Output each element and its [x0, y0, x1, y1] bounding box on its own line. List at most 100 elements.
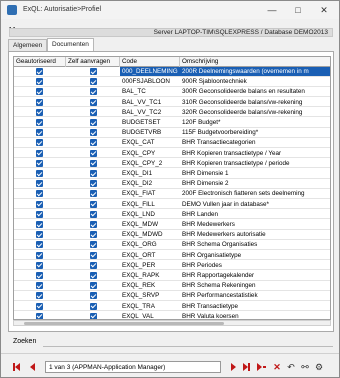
description-cell[interactable]: BHR Landen	[180, 210, 330, 219]
code-cell[interactable]: EXQL_DI2	[120, 179, 180, 188]
table-row[interactable]: EXQL_FIAT 200F Electronisch fiatteren set…	[14, 189, 330, 199]
description-cell[interactable]: 300R Geconsolideerde balans en resultate…	[180, 87, 330, 96]
zelf-aanvragen-checkbox[interactable]	[90, 251, 97, 259]
description-cell[interactable]: 200F Electronisch fiatteren sets deelnem…	[180, 189, 330, 198]
table-row[interactable]: EXQL_CAT BHR Transactiecategorien	[14, 138, 330, 148]
code-cell[interactable]: BUDGETSET	[120, 118, 180, 127]
last-record-button[interactable]	[242, 363, 251, 372]
table-row[interactable]: BUDGETVRB 115F Budgetvoorbereiding*	[14, 128, 330, 138]
zelf-aanvragen-checkbox[interactable]	[90, 180, 97, 188]
code-cell[interactable]: EXQL_SRVP	[120, 291, 180, 300]
col-header-code[interactable]: Code	[120, 57, 180, 67]
code-cell[interactable]: BAL_VV_TC1	[120, 98, 180, 107]
geautoriseerd-checkbox[interactable]	[36, 200, 43, 208]
code-cell[interactable]: EXQL_FIAT	[120, 189, 180, 198]
geautoriseerd-checkbox[interactable]	[36, 129, 43, 137]
table-row[interactable]: EXQL_SRVP BHR Performancestatistiek	[14, 291, 330, 301]
description-cell[interactable]: 120F Budget*	[180, 118, 330, 127]
next-record-button[interactable]	[229, 363, 238, 372]
geautoriseerd-checkbox[interactable]	[36, 159, 43, 167]
code-cell[interactable]: EXQL_ORT	[120, 251, 180, 260]
geautoriseerd-checkbox[interactable]	[36, 261, 43, 269]
geautoriseerd-checkbox[interactable]	[36, 210, 43, 218]
code-cell[interactable]: BUDGETVRB	[120, 128, 180, 137]
zelf-aanvragen-checkbox[interactable]	[90, 78, 97, 86]
close-button[interactable]: ✕	[311, 3, 337, 17]
table-row[interactable]: EXQL_DI2 BHR Dimensie 2	[14, 179, 330, 189]
table-row[interactable]: EXQL_CPY BHR Kopieren transactietype / Ye…	[14, 149, 330, 159]
code-cell[interactable]: EXQL_VAL	[120, 312, 180, 319]
code-cell[interactable]: EXQL_MDWD	[120, 230, 180, 239]
geautoriseerd-checkbox[interactable]	[36, 231, 43, 239]
zelf-aanvragen-checkbox[interactable]	[90, 241, 97, 249]
geautoriseerd-checkbox[interactable]	[36, 119, 43, 126]
zelf-aanvragen-checkbox[interactable]	[90, 210, 97, 218]
col-header-omschrijving[interactable]: Omschrijving	[180, 57, 330, 67]
undo-icon[interactable]: ↶	[286, 362, 296, 372]
zelf-aanvragen-checkbox[interactable]	[90, 272, 97, 279]
description-cell[interactable]: 115F Budgetvoorbereiding*	[180, 128, 330, 137]
tab-algemeen[interactable]: Algemeen	[8, 39, 47, 51]
table-row[interactable]: EXQL_VAL BHR Valuta koersen	[14, 312, 330, 319]
geautoriseerd-checkbox[interactable]	[36, 312, 43, 319]
zelf-aanvragen-checkbox[interactable]	[90, 88, 97, 96]
code-cell[interactable]: EXQL_LND	[120, 210, 180, 219]
zelf-aanvragen-checkbox[interactable]	[90, 149, 97, 157]
code-cell[interactable]: EXQL_REK	[120, 281, 180, 290]
zelf-aanvragen-checkbox[interactable]	[90, 282, 97, 290]
description-cell[interactable]: BHR Transactietype	[180, 302, 330, 311]
description-cell[interactable]: BHR Dimensie 2	[180, 179, 330, 188]
table-row[interactable]: 000FSJABLOON 900R Sjabloontechniek	[14, 77, 330, 87]
previous-record-button[interactable]	[29, 363, 38, 372]
geautoriseerd-checkbox[interactable]	[36, 170, 43, 177]
table-row[interactable]: EXQL_PER BHR Periodes	[14, 261, 330, 271]
geautoriseerd-checkbox[interactable]	[36, 302, 43, 310]
search-input[interactable]	[43, 335, 333, 347]
description-cell[interactable]: BHR Medewerkers autorisatie	[180, 230, 330, 239]
zelf-aanvragen-checkbox[interactable]	[90, 98, 97, 106]
binoculars-icon[interactable]: ⚯	[300, 362, 310, 372]
code-cell[interactable]: EXQL_FILL	[120, 200, 180, 209]
code-cell[interactable]: 000FSJABLOON	[120, 77, 180, 86]
description-cell[interactable]: BHR Schema Organisaties	[180, 240, 330, 249]
minimize-button[interactable]: —	[259, 3, 285, 17]
first-record-button[interactable]	[13, 363, 22, 372]
zelf-aanvragen-checkbox[interactable]	[90, 68, 97, 75]
code-cell[interactable]: EXQL_CPY	[120, 149, 180, 158]
description-cell[interactable]: BHR Organisatietype	[180, 251, 330, 260]
description-cell[interactable]: BHR Periodes	[180, 261, 330, 270]
description-cell[interactable]: 900R Sjabloontechniek	[180, 77, 330, 86]
geautoriseerd-checkbox[interactable]	[36, 292, 43, 300]
zelf-aanvragen-checkbox[interactable]	[90, 190, 97, 198]
description-cell[interactable]: BHR Valuta koersen	[180, 312, 330, 319]
col-header-geautoriseerd[interactable]: Geautoriseerd	[14, 57, 66, 67]
geautoriseerd-checkbox[interactable]	[36, 68, 43, 75]
zelf-aanvragen-checkbox[interactable]	[90, 221, 97, 228]
add-record-button[interactable]	[257, 363, 266, 372]
description-cell[interactable]: BHR Kopieren transactietype / periode	[180, 159, 330, 168]
zelf-aanvragen-checkbox[interactable]	[90, 312, 97, 319]
table-row[interactable]: EXQL_MDW BHR Medewerkers	[14, 220, 330, 230]
scrollbar-thumb[interactable]	[24, 322, 224, 325]
geautoriseerd-checkbox[interactable]	[36, 78, 43, 86]
table-row[interactable]: EXQL_TRA BHR Transactietype	[14, 302, 330, 312]
code-cell[interactable]: EXQL_RAPK	[120, 271, 180, 280]
description-cell[interactable]: BHR Performancestatistiek	[180, 291, 330, 300]
table-row[interactable]: EXQL_REK BHR Schema Rekeningen	[14, 281, 330, 291]
code-cell[interactable]: BAL_TC	[120, 87, 180, 96]
description-cell[interactable]: BHR Transactiecategorien	[180, 138, 330, 147]
zelf-aanvragen-checkbox[interactable]	[90, 261, 97, 269]
code-cell[interactable]: BAL_VV_TC2	[120, 108, 180, 117]
table-row[interactable]: BAL_VV_TC1 310R Geconsolideerde balans/vw…	[14, 98, 330, 108]
table-row[interactable]: EXQL_ORT BHR Organisatietype	[14, 251, 330, 261]
geautoriseerd-checkbox[interactable]	[36, 251, 43, 259]
description-cell[interactable]: 320R Geconsolideerde balans/vw-rekening	[180, 108, 330, 117]
table-row[interactable]: EXQL_FILL DEMO Vullen jaar in database*	[14, 200, 330, 210]
geautoriseerd-checkbox[interactable]	[36, 241, 43, 249]
geautoriseerd-checkbox[interactable]	[36, 272, 43, 279]
zelf-aanvragen-checkbox[interactable]	[90, 292, 97, 300]
geautoriseerd-checkbox[interactable]	[36, 149, 43, 157]
table-row[interactable]: BAL_VV_TC2 320R Geconsolideerde balans/vw…	[14, 108, 330, 118]
description-cell[interactable]: DEMO Vullen jaar in database*	[180, 200, 330, 209]
zelf-aanvragen-checkbox[interactable]	[90, 108, 97, 116]
